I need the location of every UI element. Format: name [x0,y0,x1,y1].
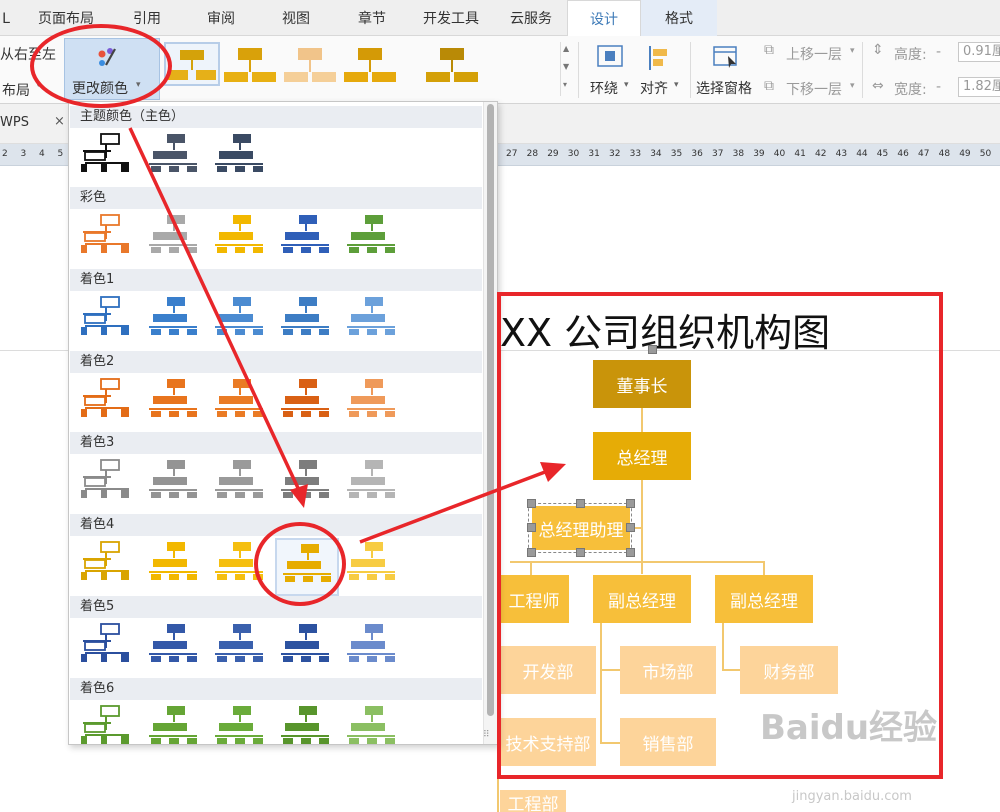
annotation-arrows [128,127,566,544]
